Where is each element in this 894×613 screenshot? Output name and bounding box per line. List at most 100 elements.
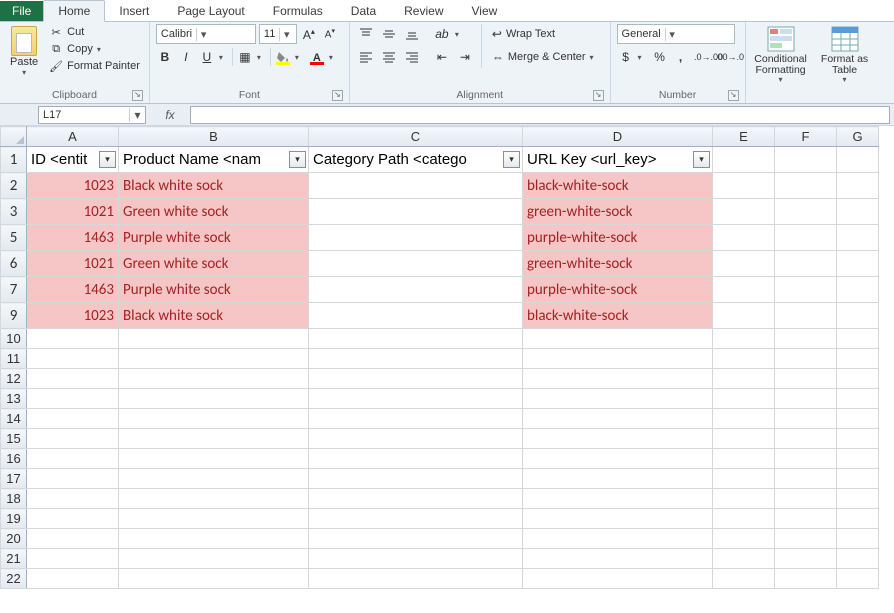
number-format-dropdown-icon[interactable]: ▾ xyxy=(665,28,679,41)
cell[interactable]: green-white-sock xyxy=(523,199,713,225)
cell[interactable] xyxy=(309,429,523,449)
cell[interactable] xyxy=(775,147,837,173)
cell[interactable] xyxy=(713,303,775,329)
cell[interactable] xyxy=(119,509,309,529)
cell[interactable] xyxy=(27,329,119,349)
cell[interactable] xyxy=(309,569,523,589)
cell[interactable] xyxy=(27,409,119,429)
cell[interactable] xyxy=(309,469,523,489)
align-center-button[interactable] xyxy=(379,47,399,67)
cell[interactable] xyxy=(309,369,523,389)
align-left-button[interactable] xyxy=(356,47,376,67)
cell[interactable] xyxy=(309,509,523,529)
cell[interactable]: Green white sock xyxy=(119,199,309,225)
font-color-dropdown-icon[interactable]: ▾ xyxy=(329,53,339,62)
cell[interactable] xyxy=(309,303,523,329)
cell[interactable] xyxy=(713,329,775,349)
underline-dropdown-icon[interactable]: ▾ xyxy=(219,53,229,62)
cell[interactable] xyxy=(837,489,879,509)
row-header[interactable]: 11 xyxy=(1,349,27,369)
bold-button[interactable]: B xyxy=(156,47,174,67)
cell[interactable] xyxy=(27,549,119,569)
font-dialog-launcher[interactable]: ↘ xyxy=(332,90,343,101)
tab-formulas[interactable]: Formulas xyxy=(259,1,337,21)
cell[interactable] xyxy=(837,409,879,429)
cell[interactable] xyxy=(775,489,837,509)
cell[interactable] xyxy=(119,389,309,409)
cell[interactable] xyxy=(775,529,837,549)
cell[interactable] xyxy=(119,489,309,509)
col-header-A[interactable]: A xyxy=(27,127,119,147)
cell[interactable] xyxy=(523,529,713,549)
row-header[interactable]: 12 xyxy=(1,369,27,389)
cell[interactable] xyxy=(27,429,119,449)
cell[interactable] xyxy=(309,277,523,303)
align-middle-button[interactable] xyxy=(379,24,399,44)
row-header[interactable]: 13 xyxy=(1,389,27,409)
row-header[interactable]: 1 xyxy=(1,147,27,173)
cell[interactable] xyxy=(309,389,523,409)
tab-insert[interactable]: Insert xyxy=(105,1,163,21)
cell[interactable]: Purple white sock xyxy=(119,225,309,251)
formula-input[interactable] xyxy=(190,106,890,124)
cell[interactable] xyxy=(523,389,713,409)
cell[interactable] xyxy=(713,277,775,303)
cell[interactable]: green-white-sock xyxy=(523,251,713,277)
cell[interactable] xyxy=(775,251,837,277)
cell[interactable] xyxy=(837,389,879,409)
cut-button[interactable]: ✂ Cut xyxy=(46,24,143,40)
cell[interactable] xyxy=(309,449,523,469)
cell[interactable]: Black white sock xyxy=(119,173,309,199)
cell[interactable] xyxy=(713,369,775,389)
cell[interactable]: purple-white-sock xyxy=(523,225,713,251)
col-header-B[interactable]: B xyxy=(119,127,309,147)
paste-dropdown-icon[interactable]: ▾ xyxy=(22,68,26,77)
accounting-dropdown-icon[interactable]: ▾ xyxy=(638,53,648,62)
format-as-table-button[interactable]: Format as Table ▾ xyxy=(816,24,874,86)
borders-button[interactable]: ▦ xyxy=(236,47,254,67)
cell[interactable] xyxy=(775,173,837,199)
cell[interactable] xyxy=(775,569,837,589)
cell[interactable] xyxy=(523,409,713,429)
cell[interactable] xyxy=(119,549,309,569)
cell[interactable] xyxy=(713,147,775,173)
cell[interactable] xyxy=(27,489,119,509)
cell[interactable] xyxy=(27,509,119,529)
row-header[interactable]: 15 xyxy=(1,429,27,449)
cell[interactable] xyxy=(119,409,309,429)
cell[interactable] xyxy=(119,469,309,489)
cell[interactable] xyxy=(775,429,837,449)
cell[interactable] xyxy=(837,369,879,389)
cell[interactable] xyxy=(309,329,523,349)
row-header[interactable]: 22 xyxy=(1,569,27,589)
borders-dropdown-icon[interactable]: ▾ xyxy=(257,53,267,62)
orientation-button[interactable]: ab xyxy=(432,24,452,44)
row-header[interactable]: 19 xyxy=(1,509,27,529)
name-box-dropdown-icon[interactable]: ▾ xyxy=(129,108,145,122)
tab-page-layout[interactable]: Page Layout xyxy=(163,1,258,21)
cell[interactable] xyxy=(837,251,879,277)
cell[interactable] xyxy=(837,429,879,449)
cell[interactable] xyxy=(713,449,775,469)
row-header[interactable]: 10 xyxy=(1,329,27,349)
select-all-corner[interactable] xyxy=(1,127,27,147)
cell[interactable] xyxy=(27,449,119,469)
cell[interactable] xyxy=(837,147,879,173)
align-top-button[interactable] xyxy=(356,24,376,44)
cell[interactable] xyxy=(837,449,879,469)
cell[interactable] xyxy=(309,529,523,549)
cell[interactable]: URL Key <url_key>▾ xyxy=(523,147,713,173)
cell[interactable] xyxy=(713,389,775,409)
paste-button[interactable]: Paste ▾ xyxy=(6,24,42,79)
cell[interactable] xyxy=(775,199,837,225)
cell[interactable] xyxy=(27,529,119,549)
cell[interactable] xyxy=(523,489,713,509)
cell[interactable] xyxy=(713,225,775,251)
cell[interactable]: black-white-sock xyxy=(523,303,713,329)
font-family-combo[interactable]: Calibri ▾ xyxy=(156,24,256,44)
row-header[interactable]: 16 xyxy=(1,449,27,469)
align-bottom-button[interactable] xyxy=(402,24,422,44)
col-header-C[interactable]: C xyxy=(309,127,523,147)
cell[interactable]: Black white sock xyxy=(119,303,309,329)
cell[interactable] xyxy=(775,303,837,329)
